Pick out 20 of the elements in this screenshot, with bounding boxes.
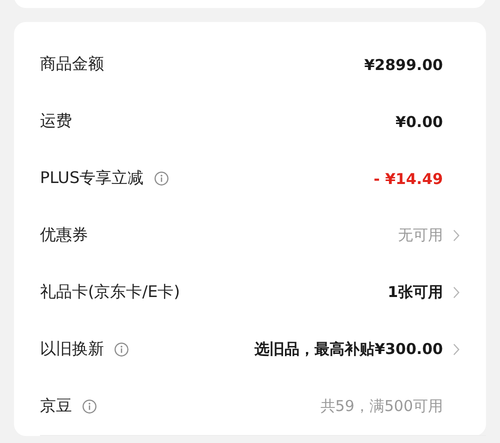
row-value: - ¥14.49 <box>374 170 443 188</box>
row-label: 以旧换新 <box>40 339 104 360</box>
row-label: 商品金额 <box>40 54 104 75</box>
row-value: 共59，满500可用 <box>320 397 443 416</box>
row-value: 无可用 <box>398 226 443 245</box>
row-value: 1张可用 <box>388 283 443 302</box>
row-label: 京豆 <box>40 396 72 417</box>
row-value: ¥2899.00 <box>364 56 443 74</box>
info-icon[interactable] <box>154 171 169 186</box>
row-label: 运费 <box>40 111 72 132</box>
row-value: ¥0.00 <box>396 112 443 130</box>
chevron-icon[interactable] <box>453 229 460 242</box>
info-icon[interactable] <box>82 399 97 414</box>
info-icon[interactable] <box>114 342 129 357</box>
chevron-icon[interactable] <box>453 286 460 299</box>
row-label: 礼品卡(京东卡/E卡) <box>40 282 180 303</box>
row-label: 优惠券 <box>40 225 88 246</box>
row-value: 选旧品，最高补贴¥300.00 <box>254 340 443 359</box>
chevron-icon[interactable] <box>453 343 460 356</box>
row-label: PLUS专享立减 <box>40 168 144 189</box>
